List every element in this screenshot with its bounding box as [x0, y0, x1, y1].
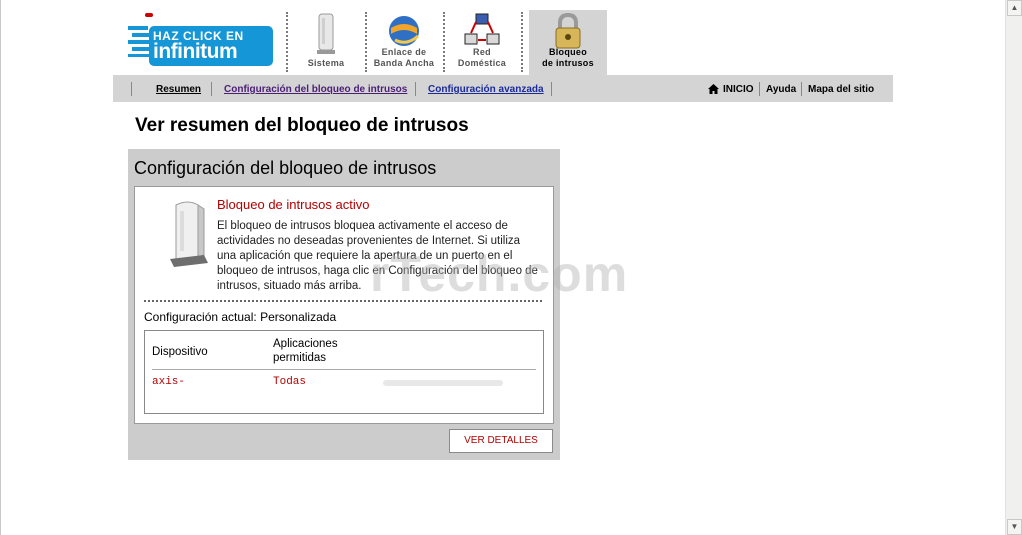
status-title: Bloqueo de intrusos activo [217, 197, 370, 212]
scroll-up-icon[interactable]: ▲ [1007, 0, 1022, 16]
tab-sistema[interactable]: Sistema [293, 10, 359, 75]
view-details-button[interactable]: VER DETALLES [449, 429, 553, 453]
subnav-separator [415, 82, 416, 96]
table-cell-apps: Todas [273, 376, 307, 388]
subnav-link-config-avanzada[interactable]: Configuración avanzada [428, 84, 544, 95]
subnav-link-inicio[interactable]: INICIO [723, 84, 754, 95]
tab-bloqueo-intrusos[interactable]: Bloqueo de intrusos [529, 10, 607, 75]
tab-sistema-label: Sistema [307, 58, 345, 68]
current-config-label: Configuración actual: Personalizada [144, 310, 337, 324]
padlock-icon [555, 12, 581, 49]
tab-bloqueo-label-2: de intrusos [542, 58, 594, 68]
scroll-down-icon[interactable]: ▼ [1007, 519, 1022, 535]
column-header-apps: Aplicaciones permitidas [273, 338, 338, 364]
tab-enlace-label-2: Banda Ancha [373, 58, 435, 68]
router-device-icon [170, 201, 208, 267]
tab-red-label-2: Doméstica [457, 58, 507, 68]
tab-enlace-label-1: Enlace de [381, 47, 427, 57]
header-rule [152, 369, 536, 370]
sub-navigation-bar: Resumen Configuración del bloqueo de int… [113, 75, 893, 102]
home-icon[interactable] [707, 83, 720, 95]
page-title: Ver resumen del bloqueo de intrusos [135, 115, 469, 136]
subnav-separator [551, 82, 552, 96]
nav-divider [286, 12, 288, 72]
globe-icon [389, 16, 420, 46]
subnav-separator [759, 82, 760, 96]
router-icon [317, 13, 335, 54]
active-bullet-icon [145, 13, 153, 17]
subnav-link-ayuda[interactable]: Ayuda [766, 84, 796, 95]
tab-enlace-banda-ancha[interactable]: Enlace de Banda Ancha [371, 10, 437, 75]
tab-red-label-1: Red [473, 47, 491, 57]
panel-inner: Bloqueo de intrusos activo El bloqueo de… [134, 186, 554, 424]
logo-line2: infinitum [153, 40, 238, 63]
subnav-link-mapa[interactable]: Mapa del sitio [808, 84, 874, 95]
watermark: rTech.com [370, 246, 629, 302]
subnav-link-resumen[interactable]: Resumen [156, 84, 201, 95]
allowed-apps-table: Dispositivo Aplicaciones permitidas axis… [144, 330, 544, 414]
infinitum-logo[interactable]: HAZ CLICK EN infinitum [123, 18, 275, 70]
subnav-separator [211, 82, 212, 96]
table-cell-device: axis- [152, 376, 186, 388]
nav-divider [365, 12, 367, 72]
subnav-separator [131, 82, 132, 96]
tab-red-domestica[interactable]: Red Doméstica [449, 10, 515, 75]
network-icon [464, 13, 500, 45]
tab-bloqueo-label-1: Bloqueo [548, 47, 588, 57]
subnav-link-config-bloqueo[interactable]: Configuración del bloqueo de intrusos [224, 84, 407, 95]
nav-divider [443, 12, 445, 72]
vertical-scrollbar[interactable]: ▲ ▼ [1005, 0, 1022, 535]
subnav-separator [801, 82, 802, 96]
intrusion-block-panel: Configuración del bloqueo de intrusos Bl… [128, 149, 560, 460]
column-header-device: Dispositivo [152, 346, 208, 358]
panel-title: Configuración del bloqueo de intrusos [134, 158, 437, 178]
redacted-value [383, 380, 503, 386]
window-left-edge [0, 0, 1, 535]
nav-divider [521, 12, 523, 72]
